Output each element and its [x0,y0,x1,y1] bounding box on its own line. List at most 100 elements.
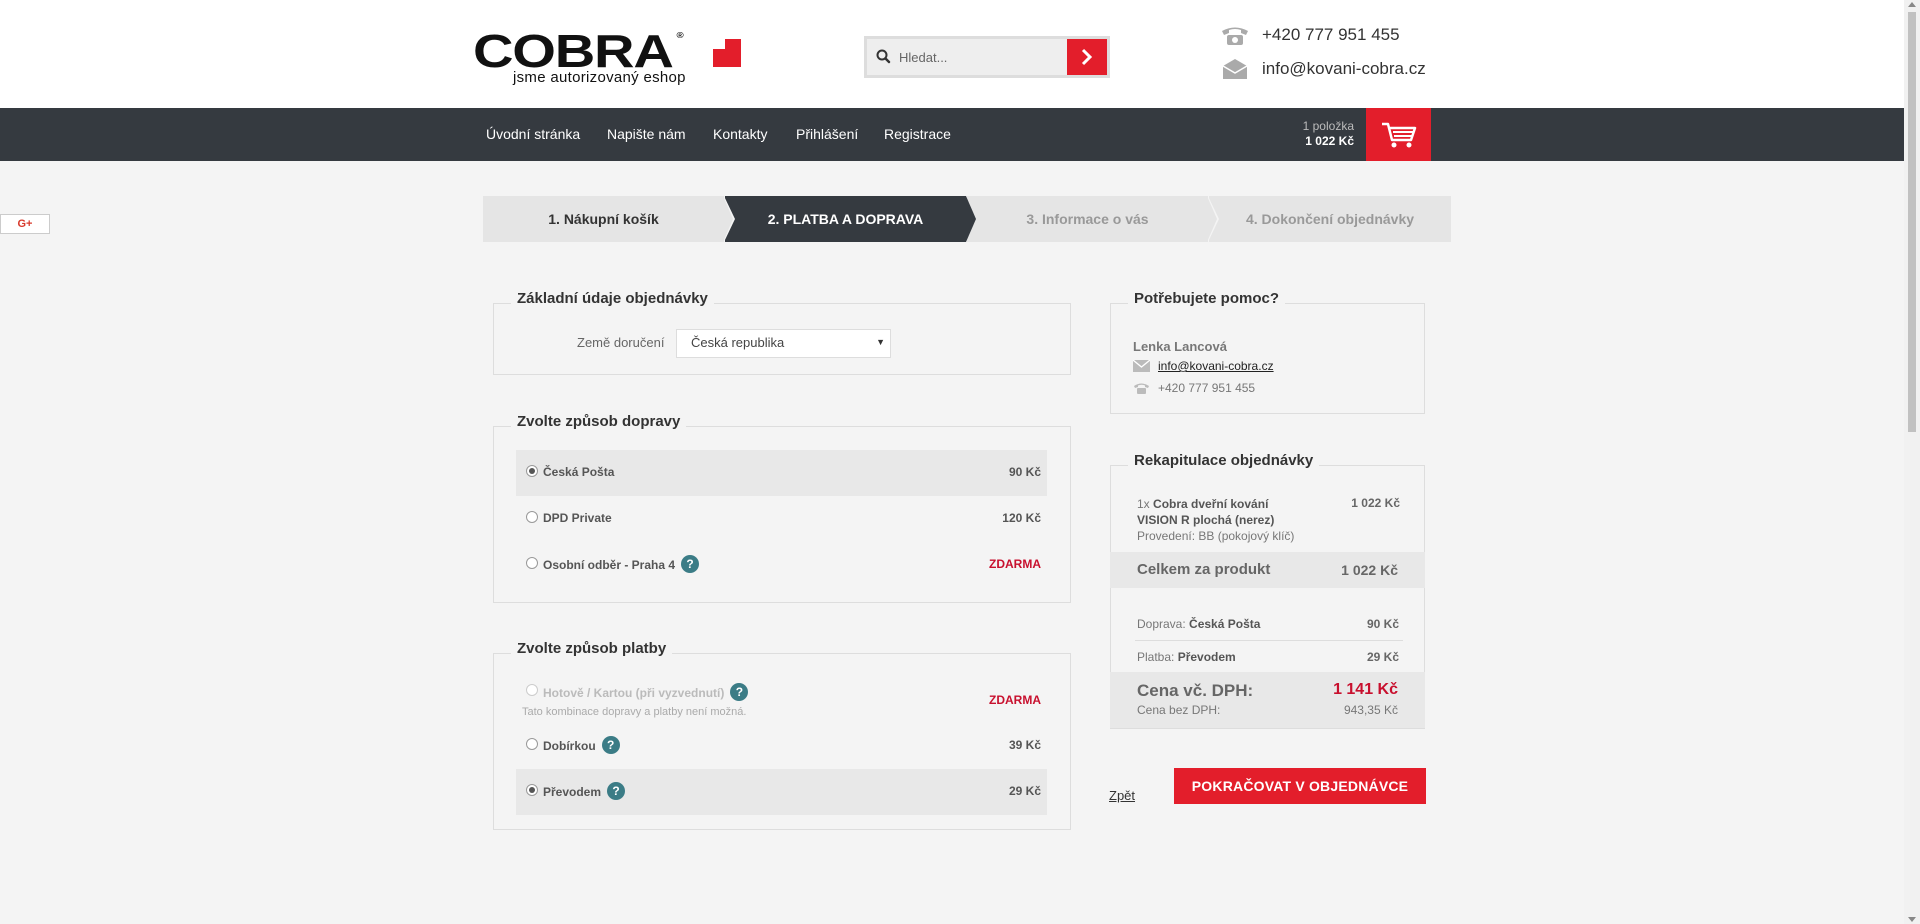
recap-payment-price: 29 Kč [1366,650,1399,664]
payment-option-label: Dobírkou [543,739,596,754]
recap-total-value: 1 141 Kč [1333,681,1398,698]
payment-option-label-wrap: Dobírkou? [543,736,620,756]
radio-button[interactable] [526,557,538,569]
google-plus-button[interactable]: G+ [0,214,50,234]
recap-total: Cena vč. DPH: 1 141 Kč Cena bez DPH: 943… [1110,672,1425,728]
continue-order-button[interactable]: POKRAČOVAT V OBJEDNÁVCE [1174,768,1426,804]
step-info: 3. Informace o vás [967,196,1208,242]
header-phone-text: +420 777 951 455 [1262,25,1400,44]
recap-payment: Platba: Převodem 29 Kč [1137,650,1403,664]
scrollbar-thumb[interactable] [1908,12,1916,432]
shipping-option-label: Osobní odběr - Praha 4 [543,558,676,573]
help-icon[interactable]: ? [607,782,626,800]
help-icon[interactable]: ? [681,555,700,573]
shipping-option-price: ZDARMA [989,557,1041,571]
recap-net-value: 943,35 Kč [1343,703,1398,717]
country-select[interactable]: Česká republika ▼ [676,329,891,358]
shipping-option-label: DPD Private [543,511,612,525]
nav-item-login[interactable]: Přihlášení [796,126,858,142]
help-contact-phone: +420 777 951 455 [1133,381,1255,395]
step-arrow-active [966,196,976,242]
help-icon[interactable]: ? [601,736,620,754]
checkout-steps: 1. Nákupní košík 2. PLATBA A DOPRAVA 3. … [483,196,1451,242]
shipping-option-pickup[interactable]: Osobní odběr - Praha 4? ZDARMA [516,542,1047,588]
recap-title: Rekapitulace objednávky [1128,452,1320,469]
nav-item-write-us[interactable]: Napište nám [607,126,686,142]
envelope-icon [1133,360,1150,372]
header-email: info@kovani-cobra.cz [1220,58,1426,80]
payment-option-label-wrap: Převodem? [543,782,626,802]
recap-total-label: Cena vč. DPH: [1137,681,1254,700]
payment-option-transfer[interactable]: Převodem? 29 Kč [516,769,1047,815]
step-cart[interactable]: 1. Nákupní košík [483,196,724,242]
help-email-link[interactable]: info@kovani-cobra.cz [1158,359,1274,373]
payment-option-note: Tato kombinace dopravy a platby není mož… [522,706,747,718]
shipping-option-price: 120 Kč [1002,511,1041,525]
nav-item-register[interactable]: Registrace [884,126,951,142]
recap-product-name[interactable]: Cobra dveřní kování VISION R plochá (ner… [1137,497,1274,527]
search-input[interactable] [899,39,1069,75]
step-arrow [723,196,733,242]
recap-subtotal-value: 1 022 Kč [1341,562,1398,578]
shipping-option-dpd[interactable]: DPD Private 120 Kč [516,496,1047,542]
help-box-title: Potřebujete pomoc? [1128,290,1286,307]
recap-shipping-label: Doprava: [1137,617,1186,631]
payment-option-price: 39 Kč [1008,738,1041,752]
cart-count: 1 položka [1302,119,1354,133]
cart-summary[interactable]: 1 položka 1 022 Kč [1298,119,1354,149]
page-scrollbar[interactable] [1904,0,1920,924]
shipping-option-ceska-posta[interactable]: Česká Pošta 90 Kč [516,450,1047,496]
payment-option-cash-card: Hotově / Kartou (při vyzvednutí)? ZDARMA… [516,676,1047,722]
dropdown-arrow-icon: ▼ [876,337,885,347]
payment-option-price: ZDARMA [989,693,1041,707]
payment-option-label: Hotově / Kartou (při vyzvednutí) [543,686,725,701]
site-header: COBRA® jsme autorizovaný eshop +420 777 … [0,0,1904,108]
recap-shipping-method: Česká Pošta [1189,617,1261,631]
phone-icon [1134,383,1149,394]
back-link[interactable]: Zpět [1109,788,1135,803]
cart-button[interactable] [1366,108,1431,161]
recap-product: 1x Cobra dveřní kování VISION R plochá (… [1137,496,1297,544]
scroll-up-arrow-icon[interactable] [1908,2,1916,7]
cobra-logo[interactable]: COBRA ® jsme autorizovaný eshop [473,28,743,88]
main-nav: Úvodní stránka Napište nám Kontakty Přih… [0,108,1904,161]
chevron-right-icon [1081,48,1093,66]
shipping-option-label-wrap: Osobní odběr - Praha 4? [543,555,700,575]
country-select-value: Česká republika [691,335,785,350]
radio-button-disabled [526,684,538,696]
radio-button[interactable] [526,738,538,750]
divider [1135,640,1403,641]
shipping-option-price: 90 Kč [1008,465,1041,479]
envelope-icon [1222,59,1248,79]
help-contact-name: Lenka Lancová [1133,339,1227,354]
step-payment-shipping: 2. PLATBA A DOPRAVA [725,196,966,242]
payment-option-label: Převodem [543,785,602,800]
recap-subtotal-label: Celkem za produkt [1137,561,1271,578]
radio-button[interactable] [526,465,538,477]
recap-net-label: Cena bez DPH: [1137,703,1221,717]
shipping-option-label: Česká Pošta [543,465,615,479]
header-email-text[interactable]: info@kovani-cobra.cz [1262,59,1426,79]
payment-option-cod[interactable]: Dobírkou? 39 Kč [516,723,1047,769]
cart-total: 1 022 Kč [1305,134,1354,148]
search-icon [876,49,891,64]
shipping-title: Zvolte způsob dopravy [511,413,687,430]
nav-item-home[interactable]: Úvodní stránka [486,126,580,142]
radio-button[interactable] [526,511,538,523]
nav-item-contacts[interactable]: Kontakty [713,126,767,142]
scroll-down-arrow-icon[interactable] [1908,917,1916,922]
help-icon[interactable]: ? [730,683,749,701]
payment-option-price: 29 Kč [1008,784,1041,798]
search-box [864,36,1110,78]
country-label: Země doručení [577,335,665,350]
radio-button[interactable] [526,784,538,796]
recap-payment-method: Převodem [1177,650,1236,664]
help-contact-email: info@kovani-cobra.cz [1133,359,1274,373]
recap-product-price: 1 022 Kč [1351,496,1400,510]
shopping-cart-icon [1381,122,1416,147]
search-submit-button[interactable] [1067,39,1107,75]
payment-title: Zvolte způsob platby [511,640,673,657]
header-phone: +420 777 951 455 [1220,24,1400,46]
recap-product-qty: 1x [1137,497,1150,511]
logo-red-square [713,39,741,67]
